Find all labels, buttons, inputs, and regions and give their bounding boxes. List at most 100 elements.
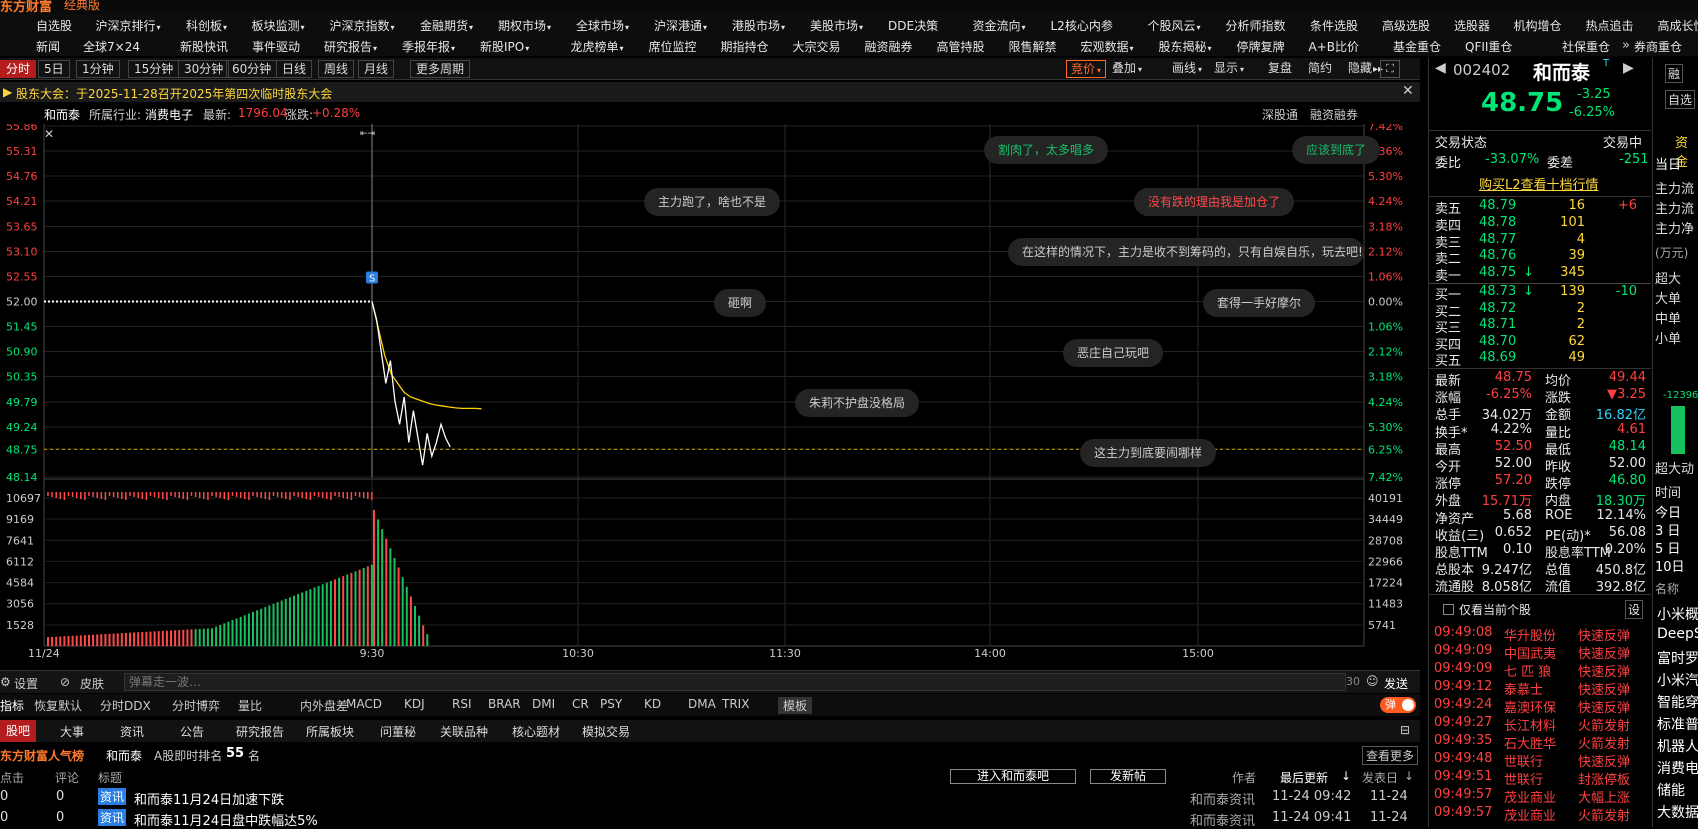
news-title[interactable]: 和而泰11月24日加速下跌 xyxy=(134,789,284,808)
nav-item[interactable]: 全球7×24 xyxy=(83,38,140,55)
period-button[interactable]: 更多周期 xyxy=(410,60,470,78)
nav-item[interactable]: 龙虎榜单▾ xyxy=(571,38,624,55)
expand-icon[interactable]: ⊟ xyxy=(1400,723,1410,737)
danmaku-bubble[interactable]: 主力跑了，啥也不是 xyxy=(644,188,780,216)
news-title[interactable]: 和而泰11月24日盘中跌幅达5% xyxy=(134,810,318,829)
indicator-tab[interactable]: 指标 xyxy=(0,697,24,714)
nav-item[interactable]: 宏观数据▾ xyxy=(1081,38,1134,55)
bid-row[interactable]: 买四48.7062 xyxy=(1429,334,1651,351)
period-button[interactable]: 30分钟 xyxy=(178,60,229,78)
bid-row[interactable]: 买二48.722 xyxy=(1429,301,1651,318)
indicator-tab[interactable]: TRIX xyxy=(722,697,749,711)
ticker-row[interactable]: 09:49:35石大胜华火箭发射 xyxy=(1432,733,1632,751)
danmaku-bubble[interactable]: 砸啊 xyxy=(714,289,766,317)
nav-item[interactable]: 事件驱动 xyxy=(252,38,300,55)
period-button[interactable]: 15分钟 xyxy=(128,60,179,78)
ticker-row[interactable]: 09:49:57茂业商业火箭发射 xyxy=(1432,805,1632,823)
watchlist-button[interactable]: 自选 xyxy=(1665,90,1695,109)
nav-item[interactable]: L2核心内参 xyxy=(1051,17,1113,34)
indicator-tab[interactable]: 分时博弈 xyxy=(172,697,220,714)
ask-row[interactable]: 卖三48.774 xyxy=(1429,232,1651,249)
toolbar-right-button[interactable]: 复盘 xyxy=(1264,60,1296,78)
danmu-toggle[interactable]: 弹 xyxy=(1380,697,1416,713)
range-arrows-icon[interactable]: ⇤⇥ xyxy=(360,129,375,139)
nav-item[interactable]: 沪深京指数▾ xyxy=(330,17,395,34)
nav-item[interactable]: 券商重仓 xyxy=(1634,38,1682,55)
indicator-tab[interactable]: DMI xyxy=(532,697,555,711)
period-button[interactable]: 5日 xyxy=(38,60,70,78)
emoji-icon[interactable]: ☺ xyxy=(1366,674,1379,688)
news-author[interactable]: 和而泰资讯 xyxy=(1190,810,1255,829)
concept-item[interactable]: DeepS xyxy=(1657,626,1698,642)
nav-item[interactable]: QFII重仓 xyxy=(1465,38,1512,55)
day-10[interactable]: 10日 xyxy=(1655,556,1685,575)
sort-down-icon[interactable]: ↓ xyxy=(1341,769,1351,783)
period-button[interactable]: 日线 xyxy=(276,60,312,78)
indicator-tab[interactable]: KD xyxy=(644,697,661,711)
concept-item[interactable]: 智能穿 xyxy=(1657,692,1698,712)
danmaku-bubble[interactable]: 恶庄自己玩吧 xyxy=(1063,339,1163,367)
bottom-tab[interactable]: 问董秘 xyxy=(380,723,416,740)
nav-item[interactable]: 热点追击 xyxy=(1586,17,1634,34)
nav-item[interactable]: 资金流向▾ xyxy=(973,17,1026,34)
bottom-tab[interactable]: 模拟交易 xyxy=(582,723,630,740)
new-post-button[interactable]: 发新帖 xyxy=(1090,769,1166,784)
concept-item[interactable]: 储能 xyxy=(1657,780,1698,800)
bottom-tab[interactable]: 股吧 xyxy=(0,720,36,742)
nav-item[interactable]: 停牌复牌 xyxy=(1237,38,1285,55)
ticker-row[interactable]: 09:49:24嘉澳环保快速反弹 xyxy=(1432,697,1632,715)
bottom-tab[interactable]: 公告 xyxy=(180,723,204,740)
nav-item[interactable]: 科创板▾ xyxy=(186,17,227,34)
ask-row[interactable]: 卖一48.75345 xyxy=(1429,265,1651,282)
indicator-tab[interactable]: 模板 xyxy=(778,697,812,714)
indicator-tab[interactable]: MACD xyxy=(346,697,382,711)
nav-item[interactable]: 高成长性 xyxy=(1658,17,1698,34)
concept-item[interactable]: 富时罗 xyxy=(1657,648,1698,668)
nav-item[interactable]: 高级选股 xyxy=(1382,17,1430,34)
bid-row[interactable]: 买三48.712 xyxy=(1429,317,1651,334)
only-current-checkbox[interactable] xyxy=(1443,604,1454,615)
period-button[interactable]: 1分钟 xyxy=(76,60,120,78)
nav-item[interactable]: 股东揭秘▾ xyxy=(1159,38,1212,55)
ask-row[interactable]: 卖五48.7916+6 xyxy=(1429,198,1651,215)
today-tab[interactable]: 当日 xyxy=(1655,154,1681,173)
day-5[interactable]: 5 日 xyxy=(1655,538,1680,557)
margin-button[interactable]: 融 xyxy=(1665,64,1683,83)
bottom-tab[interactable]: 核心题材 xyxy=(512,723,560,740)
danmaku-bubble[interactable]: 这主力到底要闹哪样 xyxy=(1080,439,1216,467)
nav-item[interactable]: 自选股 xyxy=(36,17,72,34)
danmu-skin[interactable]: 皮肤 xyxy=(80,675,104,692)
nav-item[interactable]: 机构增仓 xyxy=(1514,17,1562,34)
bid-row[interactable]: 买一48.73139-10 xyxy=(1429,284,1651,301)
nav-item[interactable]: 新股IPO▾ xyxy=(480,38,529,55)
indicator-tab[interactable]: 内外盘差 xyxy=(300,697,348,714)
ticker-row[interactable]: 09:49:12泰慕士快速反弹 xyxy=(1432,679,1632,697)
nav-item[interactable]: 板块监测▾ xyxy=(252,17,305,34)
danmu-send-button[interactable]: 发送 xyxy=(1384,675,1408,692)
news-author[interactable]: 和而泰资讯 xyxy=(1190,789,1255,808)
toolbar-right-button[interactable]: 竞价▾ xyxy=(1066,60,1106,78)
nav-item[interactable]: 期权市场▾ xyxy=(498,17,551,34)
prev-stock-icon[interactable]: ◀ xyxy=(1435,60,1446,76)
close-notice-icon[interactable]: ✕ xyxy=(1402,83,1414,99)
danmaku-bubble[interactable]: 套得一手好摩尔 xyxy=(1203,289,1315,317)
toolbar-right-button[interactable]: 显示▾ xyxy=(1210,60,1248,78)
nav-item[interactable]: 基金重仓 xyxy=(1393,38,1441,55)
toolbar-right-button[interactable]: 叠加▾ xyxy=(1108,60,1146,78)
bid-row[interactable]: 买五48.6949 xyxy=(1429,350,1651,367)
nav-item[interactable]: 新股快讯 xyxy=(180,38,228,55)
nav-item[interactable]: 沪深港通▾ xyxy=(654,17,707,34)
nav-item[interactable]: 席位监控 xyxy=(649,38,697,55)
ask-row[interactable]: 卖四48.78101 xyxy=(1429,215,1651,232)
ask-row[interactable]: 卖二48.7639 xyxy=(1429,248,1651,265)
bottom-tab[interactable]: 关联品种 xyxy=(440,723,488,740)
indicator-tab[interactable]: KDJ xyxy=(404,697,425,711)
indicator-tab[interactable]: 恢复默认 xyxy=(34,697,82,714)
indicator-tab[interactable]: CR xyxy=(572,697,589,711)
nav-item[interactable]: 全球市场▾ xyxy=(576,17,629,34)
day-3[interactable]: 3 日 xyxy=(1655,520,1680,539)
notice-text[interactable]: 股东大会：于2025-11-28召开2025年第四次临时股东大会 xyxy=(16,85,332,102)
period-button[interactable]: 分时 xyxy=(0,60,36,78)
nav-item[interactable]: 分析师指数 xyxy=(1226,17,1286,34)
danmu-settings[interactable]: 设置 xyxy=(14,675,38,692)
